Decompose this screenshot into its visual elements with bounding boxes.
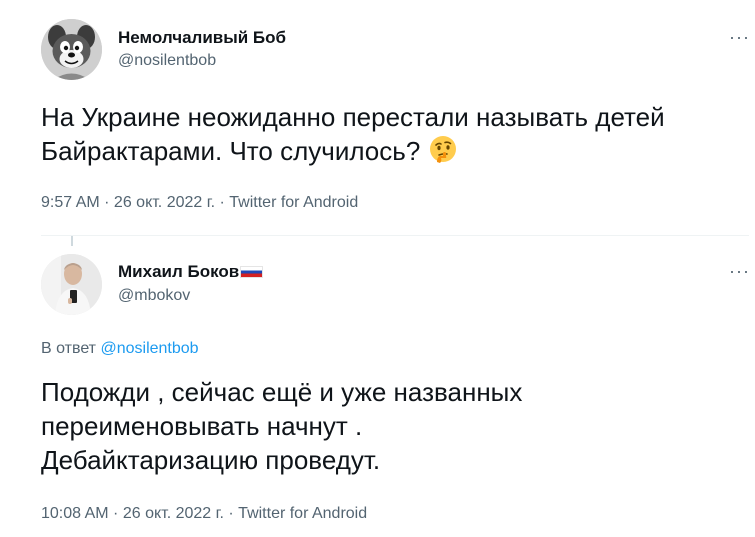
author-name-text: Немолчаливый Боб	[118, 28, 287, 47]
tweet-text-line: Подожди , сейчас ещё и уже названных	[41, 377, 523, 407]
author-name[interactable]: Михаил Боков	[118, 262, 264, 282]
thinking-face-icon	[428, 134, 458, 172]
tweet-timestamp[interactable]: 9:57 AM · 26 окт. 2022 г. · Twitter for …	[41, 194, 358, 212]
cartoon-avatar-icon	[41, 19, 102, 80]
author-name[interactable]: Немолчаливый Боб	[118, 28, 286, 48]
author-handle[interactable]: @mbokov	[118, 287, 190, 305]
photo-avatar-icon	[41, 254, 102, 315]
thread-connector	[71, 236, 73, 246]
more-options-button[interactable]: ···	[729, 262, 750, 280]
tweet-text: На Украине неожиданно перестали называть…	[41, 100, 665, 172]
author-handle[interactable]: @nosilentbob	[118, 52, 216, 70]
more-options-button[interactable]: ···	[729, 28, 750, 46]
author-name-text: Михаил Боков	[118, 262, 240, 281]
tweet-thread: Немолчаливый Боб @nosilentbob ··· На Укр…	[0, 0, 755, 537]
tweet-text-span: Байрактарами. Что случилось?	[41, 136, 421, 166]
tweet-timestamp[interactable]: 10:08 AM · 26 окт. 2022 г. · Twitter for…	[41, 505, 367, 523]
reply-prefix: В ответ	[41, 340, 97, 357]
avatar[interactable]	[41, 254, 102, 315]
tweet-text-line: На Украине неожиданно перестали называть…	[41, 102, 665, 132]
tweet-text: Подожди , сейчас ещё и уже названных пер…	[41, 375, 522, 477]
russia-flag-icon	[240, 266, 264, 278]
tweet-text-line: Дебайктаризацию проведут.	[41, 445, 381, 475]
divider	[41, 235, 749, 236]
reply-handle-link[interactable]: @nosilentbob	[100, 340, 198, 357]
tweet-text-line: переименовывать начнут .	[41, 411, 363, 441]
reply-to-line: В ответ @nosilentbob	[41, 340, 199, 358]
tweet-text-line: Байрактарами. Что случилось?	[41, 134, 665, 172]
avatar[interactable]	[41, 19, 102, 80]
